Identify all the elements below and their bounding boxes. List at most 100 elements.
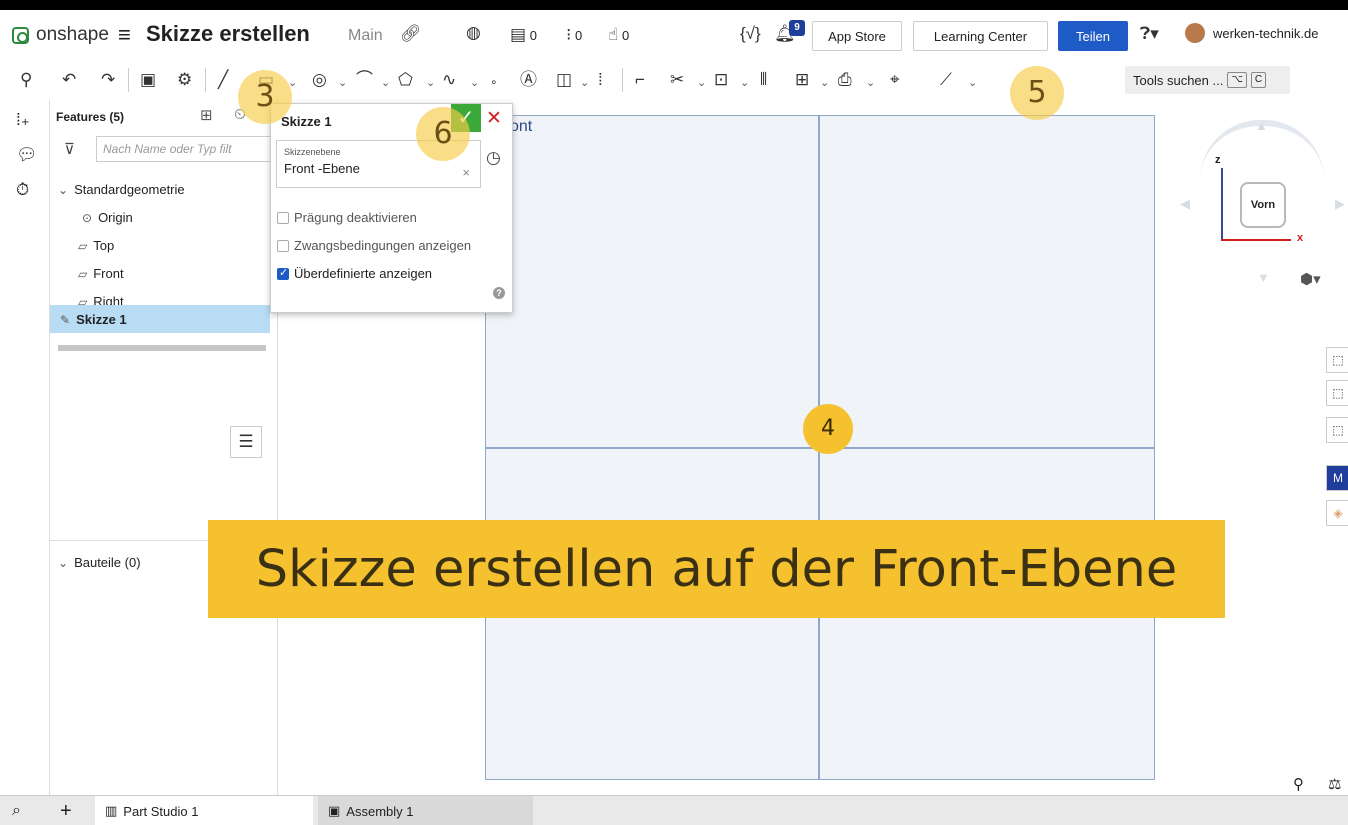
render-mode-icon[interactable]: ⬚: [1326, 347, 1348, 373]
line-icon[interactable]: ╱: [218, 70, 228, 90]
measure-icon[interactable]: ⚲: [1293, 775, 1304, 793]
mass-properties-icon[interactable]: ⚖: [1328, 775, 1341, 793]
pattern-icon[interactable]: ⊞: [795, 70, 809, 90]
option-show-constraints[interactable]: Zwangsbedingungen anzeigen: [277, 238, 471, 253]
section-view-icon[interactable]: ⬚: [1326, 380, 1348, 406]
chevron-down-icon[interactable]: ⌄: [697, 73, 706, 93]
tab-part-studio-1[interactable]: ▥ Part Studio 1: [95, 796, 313, 825]
polygon-icon[interactable]: ⬠: [398, 70, 413, 90]
constraint-icon[interactable]: ⟋: [940, 70, 952, 90]
view-cube[interactable]: ▲ ◀ ▶ ▼ z x Vorn ⬢▾: [1175, 118, 1348, 295]
shortcut-key-c: C: [1250, 72, 1267, 88]
construction-icon[interactable]: ◫: [556, 70, 572, 90]
chevron-down-icon[interactable]: ⌄: [968, 73, 977, 93]
cancel-button[interactable]: ✕: [486, 107, 502, 130]
add-folder-icon[interactable]: ⊞: [200, 106, 213, 124]
tree-item-top[interactable]: ▱ Top: [78, 238, 114, 253]
link-icon[interactable]: 🔗︎: [400, 24, 422, 44]
onshape-logo[interactable]: onshape: [12, 24, 109, 46]
add-tab-icon[interactable]: +: [60, 796, 72, 825]
circle-icon[interactable]: ◎: [312, 70, 327, 90]
arrow-right-icon[interactable]: ▶: [1335, 196, 1345, 212]
left-icon-strip: ⁞₊ 💬︎ ⏱: [0, 100, 50, 795]
view-options-icon[interactable]: ⬢▾: [1300, 270, 1321, 288]
chevron-down-icon: ⌄: [58, 555, 69, 570]
plane-icon: ▱: [78, 266, 88, 281]
midpoint-line-icon[interactable]: ⁞: [598, 70, 603, 90]
rollback-bar[interactable]: [58, 345, 266, 351]
undo-icon[interactable]: ↶: [62, 70, 76, 90]
tree-item-sketch-label[interactable]: ✎ Skizze 1: [60, 312, 127, 327]
sketch-icon[interactable]: ▣: [140, 70, 156, 90]
arrow-down-icon[interactable]: ▼: [1257, 270, 1270, 285]
point-icon[interactable]: ∘: [490, 72, 498, 92]
timer-icon[interactable]: ◷: [486, 148, 501, 168]
branch-icon: ⁝: [566, 25, 572, 44]
parts-group[interactable]: ⌄ Bauteile (0): [58, 555, 141, 570]
chevron-down-icon[interactable]: ⌄: [866, 73, 875, 93]
dimension-icon[interactable]: ⌖: [890, 70, 900, 90]
offset-icon[interactable]: ⊡: [714, 70, 728, 90]
help-icon[interactable]: ?: [493, 287, 505, 299]
comment-icon[interactable]: 💬︎: [16, 145, 38, 165]
tab-manager-icon[interactable]: ⌕: [12, 796, 21, 825]
arrow-up-icon[interactable]: ▲: [1255, 118, 1268, 133]
step-marker-3: 3: [238, 70, 292, 124]
chevron-down-icon[interactable]: ⌄: [426, 73, 435, 93]
tree-item-origin[interactable]: ⊙ Origin: [82, 210, 133, 225]
plane-icon: ▱: [78, 238, 88, 253]
chevron-down-icon[interactable]: ⌄: [381, 73, 390, 93]
like-counter[interactable]: ☝︎ 0: [608, 25, 629, 45]
checkbox[interactable]: [277, 239, 289, 252]
branch-count: 0: [575, 27, 583, 43]
tab-assembly-1[interactable]: ▣ Assembly 1: [318, 796, 533, 825]
add-feature-icon[interactable]: ⁞₊: [16, 110, 30, 130]
checkbox[interactable]: [277, 211, 289, 224]
text-icon[interactable]: Ⓐ: [520, 70, 537, 90]
chevron-down-icon[interactable]: ⌄: [820, 73, 829, 93]
fillet-icon[interactable]: ⌐: [635, 70, 645, 90]
sketch-settings-icon[interactable]: ⚙: [177, 70, 192, 90]
user-menu[interactable]: werken-technik.de: [1185, 23, 1319, 43]
trim-icon[interactable]: ✂: [670, 70, 684, 90]
sketch-dialog: Skizze 1 ✓ ✕ Skizzenebene Front -Ebene ×…: [270, 103, 513, 313]
chevron-down-icon[interactable]: ⌄: [580, 73, 589, 93]
explode-view-icon[interactable]: ⬚: [1326, 417, 1348, 443]
mirror-icon[interactable]: ⫴: [760, 70, 767, 90]
clear-icon[interactable]: ×: [462, 165, 470, 180]
redo-icon[interactable]: ↷: [101, 70, 115, 90]
view-cube-face[interactable]: Vorn: [1240, 182, 1286, 228]
arrow-left-icon[interactable]: ◀: [1180, 196, 1190, 212]
history-icon[interactable]: ⏱: [16, 180, 29, 200]
feature-list-icon[interactable]: ⚲: [20, 70, 32, 90]
material-icon[interactable]: M: [1326, 465, 1348, 491]
standard-geometry-group[interactable]: ⌄ Standardgeometrie: [58, 182, 185, 197]
spline-icon[interactable]: ∿: [442, 70, 456, 90]
help-icon[interactable]: ❓︎▾: [1140, 24, 1159, 44]
share-button[interactable]: Teilen: [1058, 21, 1128, 51]
learning-center-button[interactable]: Learning Center: [913, 21, 1048, 51]
arc-icon[interactable]: ⌒: [356, 70, 373, 90]
pencil-icon: ✎: [60, 312, 71, 327]
chevron-down-icon[interactable]: ⌄: [338, 73, 347, 93]
appearance-icon[interactable]: ◈: [1326, 500, 1348, 526]
chevron-down-icon[interactable]: ⌄: [470, 73, 479, 93]
tools-search-field[interactable]: Tools suchen ... ⌥ C: [1125, 66, 1290, 94]
dxf-import-icon[interactable]: ⎙: [838, 70, 852, 90]
document-title[interactable]: Skizze erstellen: [146, 21, 310, 47]
versions-counter[interactable]: ▤ 0: [510, 25, 537, 45]
branch-counter[interactable]: ⁝ 0: [566, 25, 582, 45]
option-label: Zwangsbedingungen anzeigen: [294, 238, 472, 253]
collapse-list-icon[interactable]: ☰: [230, 426, 262, 458]
checkbox-checked[interactable]: [277, 266, 289, 280]
tree-item-front[interactable]: ▱ Front: [78, 266, 124, 281]
variables-icon[interactable]: {√}: [740, 24, 761, 44]
notification-badge: 9: [789, 20, 805, 36]
chevron-down-icon[interactable]: ⌄: [740, 73, 749, 93]
option-show-overdefined[interactable]: Überdefinierte anzeigen: [277, 266, 432, 281]
workspace-label[interactable]: Main: [348, 27, 383, 45]
app-store-button[interactable]: App Store: [812, 21, 902, 51]
globe-icon[interactable]: ◍: [466, 23, 481, 43]
option-disable-imprint[interactable]: Prägung deaktivieren: [277, 210, 417, 225]
menu-icon[interactable]: ≡: [118, 22, 131, 48]
